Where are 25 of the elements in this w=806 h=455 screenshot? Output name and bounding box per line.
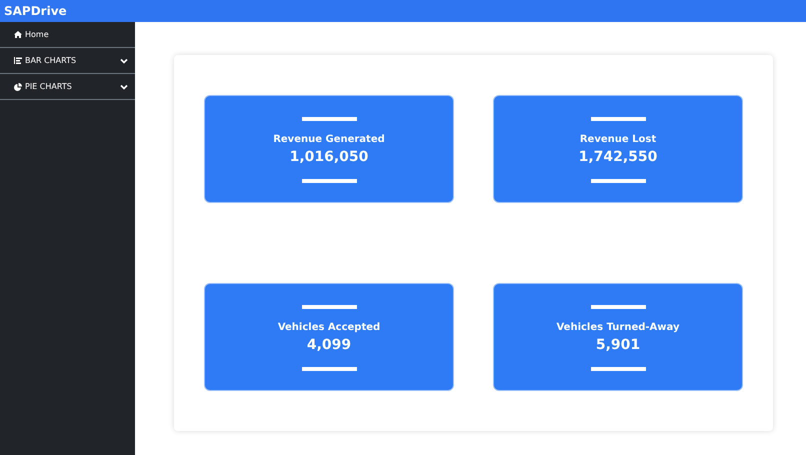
bar-icon: [590, 367, 646, 371]
stat-value: 1,742,550: [578, 148, 658, 166]
sidebar-item[interactable]: BAR CHARTS: [0, 48, 135, 74]
stat-title: Revenue Lost: [580, 134, 656, 146]
stat-title: Vehicles Turned-Away: [556, 322, 680, 334]
bar-icon: [590, 117, 646, 121]
pie-icon: [14, 82, 22, 90]
home-icon: [14, 31, 22, 38]
stat-value: 5,901: [596, 336, 640, 354]
stat-value: 4,099: [306, 336, 352, 354]
chevron-icon: [120, 84, 128, 90]
sidebar-item[interactable]: PIE CHARTS: [0, 74, 135, 100]
bar-icon: [590, 305, 646, 309]
stat-title: Vehicles Accepted: [278, 322, 380, 334]
bar-icon: [302, 367, 356, 371]
bar-icon: [302, 179, 356, 183]
stat-value: 1,016,050: [290, 148, 368, 166]
sidebar-item[interactable]: Home: [0, 22, 135, 48]
bars-icon: [14, 57, 22, 64]
bar-icon: [590, 179, 646, 183]
bar-icon: [302, 117, 356, 121]
brand-name[interactable]: SAPDrive: [4, 2, 67, 20]
stat-title: Revenue Generated: [273, 134, 385, 146]
bar-icon: [302, 305, 356, 309]
chevron-icon: [120, 58, 128, 64]
